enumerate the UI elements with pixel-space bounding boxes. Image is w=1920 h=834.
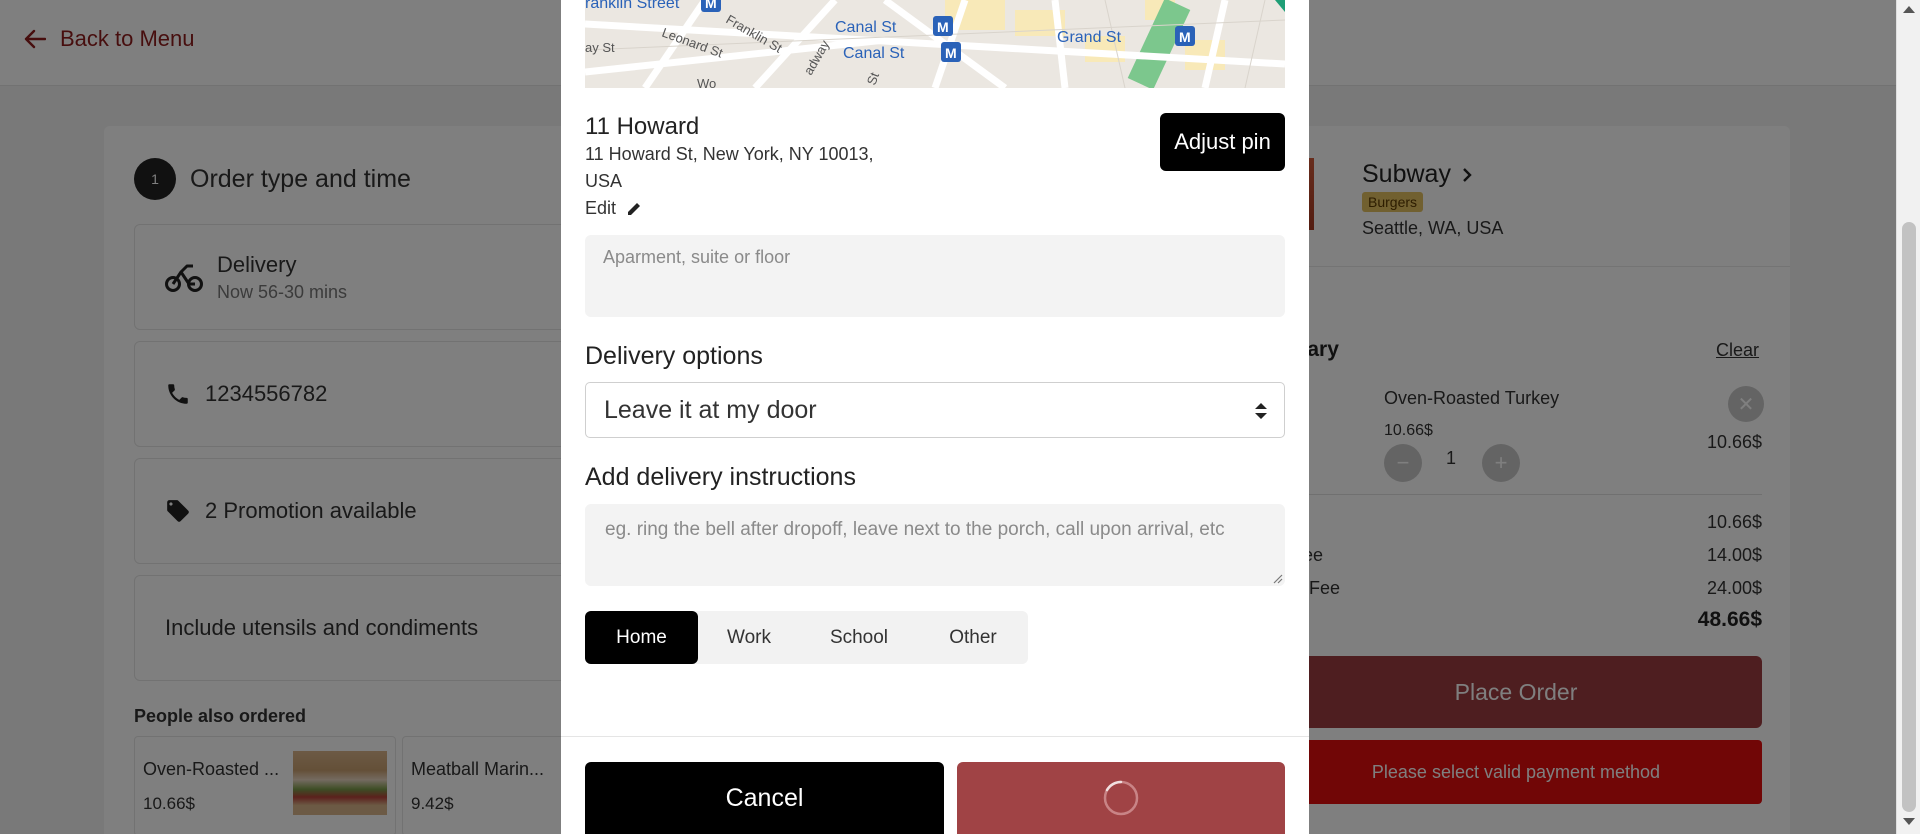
map-label: ranklin Street [585,0,680,12]
adjust-pin-button[interactable]: Adjust pin [1160,113,1285,171]
scroll-up-arrow-icon[interactable] [1903,6,1915,13]
svg-text:M: M [937,19,949,35]
edit-label: Edit [585,198,617,218]
apartment-input[interactable] [585,235,1285,317]
address-line-1: 11 Howard St, New York, NY 10013, [585,144,874,164]
scrollbar-thumb[interactable] [1902,222,1916,812]
select-arrows-icon [1255,403,1267,419]
address-title: 11 Howard [585,113,700,140]
address-label-selector: Home Work School Other [585,611,1028,664]
delivery-options-title: Delivery options [585,342,763,370]
map-graphic: ranklin Street Canal St Canal St Grand S… [585,0,1285,88]
map-label: Canal St [835,19,897,36]
svg-text:M: M [945,45,957,61]
page-scrollbar[interactable] [1896,0,1920,834]
map-label: Canal St [843,45,905,62]
tag-other[interactable]: Other [918,611,1028,664]
modal-footer-divider [561,736,1309,737]
loading-spinner-icon [1103,780,1139,816]
map-label: Grand St [1057,29,1122,46]
pencil-icon [628,202,641,215]
delivery-instructions-input[interactable] [585,504,1285,586]
resize-handle-icon[interactable] [1271,572,1283,584]
instructions-title: Add delivery instructions [585,463,856,491]
tag-home[interactable]: Home [585,611,698,664]
edit-address-link[interactable]: Edit [585,198,642,219]
delivery-option-selected: Leave it at my door [604,395,817,424]
tag-work[interactable]: Work [698,611,800,664]
svg-text:M: M [1179,29,1191,45]
save-address-button[interactable] [957,762,1285,834]
address-modal: ranklin Street Canal St Canal St Grand S… [561,0,1309,834]
tag-school[interactable]: School [800,611,918,664]
map-label: ay St [585,40,615,55]
scroll-down-arrow-icon[interactable] [1903,818,1915,825]
map-label: Wo [697,76,716,88]
cancel-button[interactable]: Cancel [585,762,944,834]
svg-text:M: M [705,0,717,11]
address-line-2: USA [585,171,623,191]
delivery-options-select[interactable]: Leave it at my door [585,382,1285,438]
map-view[interactable]: ranklin Street Canal St Canal St Grand S… [585,0,1285,88]
